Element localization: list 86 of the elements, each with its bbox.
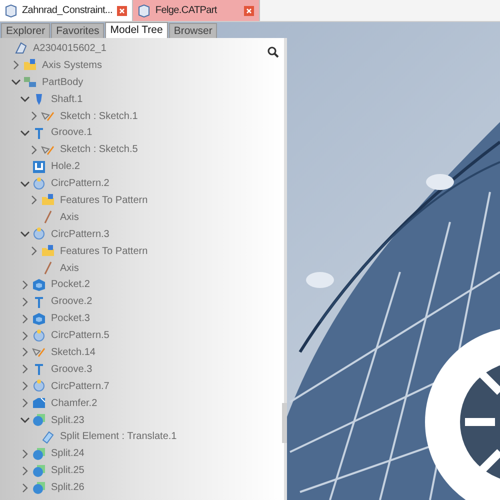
expand-icon[interactable]: [20, 280, 30, 290]
document-tab[interactable]: Felge.CATPart: [133, 0, 260, 21]
tree-item-label[interactable]: Sketch.14: [51, 344, 96, 360]
tree-item-label[interactable]: PartBody: [42, 74, 84, 90]
collapse-icon[interactable]: [20, 229, 30, 240]
panel-tab[interactable]: Browser: [168, 23, 218, 38]
part-icon: [14, 41, 28, 56]
expand-icon[interactable]: [20, 398, 30, 408]
groove-icon: [32, 362, 46, 376]
collapse-icon[interactable]: [11, 77, 21, 88]
element-icon: [41, 430, 55, 444]
expand-icon[interactable]: [20, 330, 30, 341]
document-tab[interactable]: Zahnrad_Constraint...: [0, 0, 134, 21]
expand-icon[interactable]: [11, 60, 21, 70]
tree-item-label[interactable]: Sketch : Sketch.1: [60, 108, 138, 124]
tree-item-label[interactable]: Split.26: [51, 480, 84, 496]
tree-item-label[interactable]: Groove.3: [51, 362, 92, 377]
tree-item-label[interactable]: Groove.2: [51, 294, 92, 310]
splitter-handle[interactable]: [282, 403, 287, 443]
split-icon: [32, 446, 46, 461]
sketch-icon: [41, 109, 55, 123]
hole-icon: [32, 160, 46, 174]
tree-item-label[interactable]: CircPattern.2: [51, 176, 110, 192]
pocket-icon: [32, 312, 46, 326]
panel-tab[interactable]: Explorer: [1, 23, 50, 38]
tab-label: Felge.CATPart: [155, 4, 218, 18]
expand-icon[interactable]: [20, 466, 30, 476]
search-icon[interactable]: [267, 46, 279, 58]
split-icon: [32, 413, 46, 428]
groove-icon: [32, 126, 46, 140]
tree-item-label[interactable]: Pocket.2: [51, 277, 90, 292]
split-icon: [32, 480, 46, 495]
expand-icon[interactable]: [20, 448, 30, 459]
pattern-icon: [32, 379, 46, 394]
tree-item-label[interactable]: Groove.1: [51, 125, 92, 140]
tree-item-label[interactable]: Hole.2: [51, 159, 80, 174]
tree-item-label[interactable]: A2304015602_1: [33, 40, 106, 56]
tree-item-label[interactable]: Features To Pattern: [60, 244, 148, 259]
collapse-icon[interactable]: [20, 178, 30, 189]
pattern-icon: [32, 176, 46, 191]
collapse-icon[interactable]: [20, 415, 30, 426]
chamfer-icon: [32, 396, 46, 410]
tree-item-label[interactable]: Split.24: [51, 446, 84, 462]
tree-item-label[interactable]: Chamfer.2: [51, 396, 98, 411]
tree-item-label[interactable]: CircPattern.5: [51, 328, 110, 344]
body-icon: [23, 75, 37, 90]
folder-icon: [41, 244, 55, 258]
groove-icon: [32, 294, 46, 309]
folder-icon: [41, 193, 55, 208]
close-icon[interactable]: [244, 6, 254, 16]
tree-item-label[interactable]: Pocket.3: [51, 311, 90, 326]
tree-item-label[interactable]: CircPattern.7: [51, 378, 110, 394]
expand-icon[interactable]: [29, 195, 39, 206]
tree-item-label[interactable]: Axis: [60, 260, 79, 276]
pocket-icon: [32, 278, 46, 292]
expand-icon[interactable]: [29, 246, 39, 256]
expand-icon[interactable]: [20, 314, 30, 324]
panel-tab[interactable]: Favorites: [51, 23, 104, 38]
collapse-icon[interactable]: [20, 128, 30, 138]
pattern-icon: [32, 328, 46, 343]
document-icon: [5, 4, 17, 18]
expand-icon[interactable]: [29, 111, 39, 121]
tree-item-label[interactable]: CircPattern.3: [51, 226, 110, 242]
expand-icon[interactable]: [20, 381, 30, 392]
tree-item-label[interactable]: Split Element : Translate.1: [60, 429, 177, 444]
tab-label: Zahnrad_Constraint...: [22, 4, 112, 18]
expand-icon[interactable]: [20, 482, 30, 493]
tree-item-label[interactable]: Shaft.1: [51, 92, 83, 107]
tree-item-label[interactable]: Split.23: [51, 412, 84, 428]
tree-item-label[interactable]: Axis Systems: [42, 58, 102, 73]
document-icon: [138, 4, 150, 18]
expand-icon[interactable]: [20, 347, 30, 358]
tree-item-label[interactable]: Axis: [60, 210, 79, 225]
close-icon[interactable]: [117, 6, 128, 16]
collapse-icon[interactable]: [20, 94, 30, 104]
tree-item-label[interactable]: Features To Pattern: [60, 192, 148, 208]
tree-item-label[interactable]: Sketch : Sketch.5: [60, 142, 138, 158]
sketch-icon: [32, 345, 46, 360]
pattern-icon: [32, 227, 46, 242]
panel-tab[interactable]: Model Tree: [105, 22, 168, 38]
expand-icon[interactable]: [29, 144, 39, 155]
split-icon: [32, 464, 46, 478]
folder-icon: [23, 58, 37, 72]
expand-icon[interactable]: [20, 364, 30, 374]
tree-item-label[interactable]: Split.25: [51, 463, 84, 478]
expand-icon[interactable]: [20, 296, 30, 307]
